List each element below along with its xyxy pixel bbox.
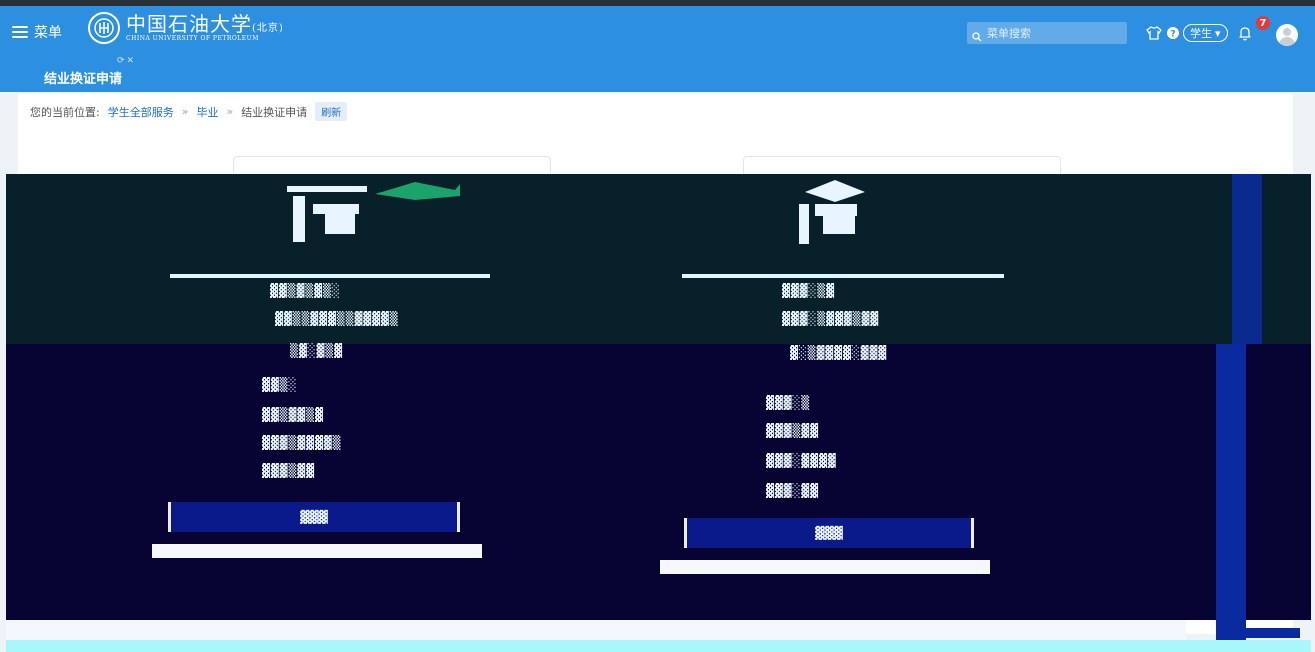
logo-cn-text: 中国石油大学 xyxy=(126,12,252,36)
card-info-line: ▓▓▒░ xyxy=(262,378,298,393)
graduation-cap-icon xyxy=(795,178,875,252)
glitch-band-dark xyxy=(6,174,1311,344)
top-nav-bar: 菜单 中国石油大学(北京) CHINA UNIVERSITY OF PETROL… xyxy=(0,0,1315,62)
card-info-line: ▓▓▓░▒▓▓▓▒▓▓ xyxy=(782,312,880,327)
apply-button[interactable]: ▓▓▓ xyxy=(684,518,974,548)
graduation-cap-icon xyxy=(285,178,505,252)
refresh-button[interactable]: 刷新 xyxy=(315,102,348,121)
menu-search-input[interactable] xyxy=(967,22,1127,44)
svg-text:?: ? xyxy=(1170,30,1175,40)
glitch-line xyxy=(660,560,990,574)
card-info-line: ▓▓▓▒▓▓▓▓▒ xyxy=(262,436,342,451)
role-label: 学生 xyxy=(1190,27,1212,40)
card-info-line: ▓▓▒▒▓▓▓▒▒▓▓▓▓▒ xyxy=(275,312,399,327)
breadcrumb-separator: » xyxy=(226,105,234,118)
card-info-line: ▓▓▓░▒ xyxy=(766,396,811,411)
bell-icon[interactable] xyxy=(1238,26,1252,45)
divider-line xyxy=(170,274,490,278)
breadcrumb-link-graduation[interactable]: 毕业 xyxy=(196,104,218,120)
university-logo[interactable]: 中国石油大学(北京) CHINA UNIVERSITY OF PETROLEUM xyxy=(88,12,284,44)
shirt-icon[interactable] xyxy=(1146,25,1162,44)
caret-down-icon: ▾ xyxy=(1215,26,1221,40)
card-info-line: ▓▓▓▒▓▓ xyxy=(766,424,819,439)
card-info-line: ▓▓▒▓▓▒▓ xyxy=(262,408,324,423)
menu-button[interactable]: 菜单 xyxy=(12,22,62,42)
glitch-band-navy xyxy=(6,344,1311,620)
tab-actions: ⟳ ✕ xyxy=(117,56,134,66)
glitch-band-cyan xyxy=(6,640,1311,652)
notification-badge: 7 xyxy=(1256,16,1270,30)
browser-strip xyxy=(0,0,1315,6)
breadcrumb-link-services[interactable]: 学生全部服务 xyxy=(108,104,174,120)
logo-en-text: CHINA UNIVERSITY OF PETROLEUM xyxy=(126,35,259,42)
user-avatar[interactable] xyxy=(1276,24,1298,46)
menu-label: 菜单 xyxy=(34,25,62,41)
tab-active[interactable]: 结业换证申请 xyxy=(44,68,122,87)
glitch-band-white xyxy=(6,620,1186,640)
search-icon xyxy=(972,27,984,42)
glitch-bar xyxy=(1216,344,1246,644)
glitch-line xyxy=(152,544,482,558)
hamburger-icon xyxy=(12,26,28,38)
breadcrumb-separator: » xyxy=(181,105,189,118)
apply-button[interactable]: ▓▓▓ xyxy=(168,502,460,532)
card-info-line: ▒▓░▓▒▓ xyxy=(290,344,343,359)
card-info-line: ▓▓▓▒▓▓ xyxy=(262,464,315,479)
breadcrumb-current: 结业换证申请 xyxy=(241,105,308,119)
role-switch-button[interactable]: 学生 ▾ xyxy=(1183,24,1228,42)
card-info-line: ▓▓▓░▒▓ xyxy=(782,284,835,299)
glitch-bar xyxy=(1240,628,1300,638)
breadcrumb-prefix: 您的当前位置: xyxy=(30,105,100,119)
help-icon[interactable]: ? xyxy=(1166,25,1180,44)
refresh-tab-icon[interactable]: ⟳ xyxy=(117,56,125,66)
tab-strip: 结业换证申请 ⟳ ✕ xyxy=(0,56,1315,92)
logo-cn-suffix: (北京) xyxy=(252,23,284,34)
breadcrumb: 您的当前位置: 学生全部服务 » 毕业 » 结业换证申请 刷新 xyxy=(30,102,348,121)
glitch-bar xyxy=(1232,174,1262,344)
card-info-line: ▓░▒▓▓▓▓░▓▓▓ xyxy=(790,346,888,361)
card-info-line: ▓▓▒▓▒▓▒░ xyxy=(270,284,341,299)
university-seal-icon xyxy=(88,12,120,44)
close-tab-icon[interactable]: ✕ xyxy=(127,56,135,66)
card-info-line: ▓▓▓░▓▓▓▓ xyxy=(766,454,837,469)
divider-line xyxy=(682,274,1004,278)
card-info-line: ▓▓▓░▓▓ xyxy=(766,484,819,499)
